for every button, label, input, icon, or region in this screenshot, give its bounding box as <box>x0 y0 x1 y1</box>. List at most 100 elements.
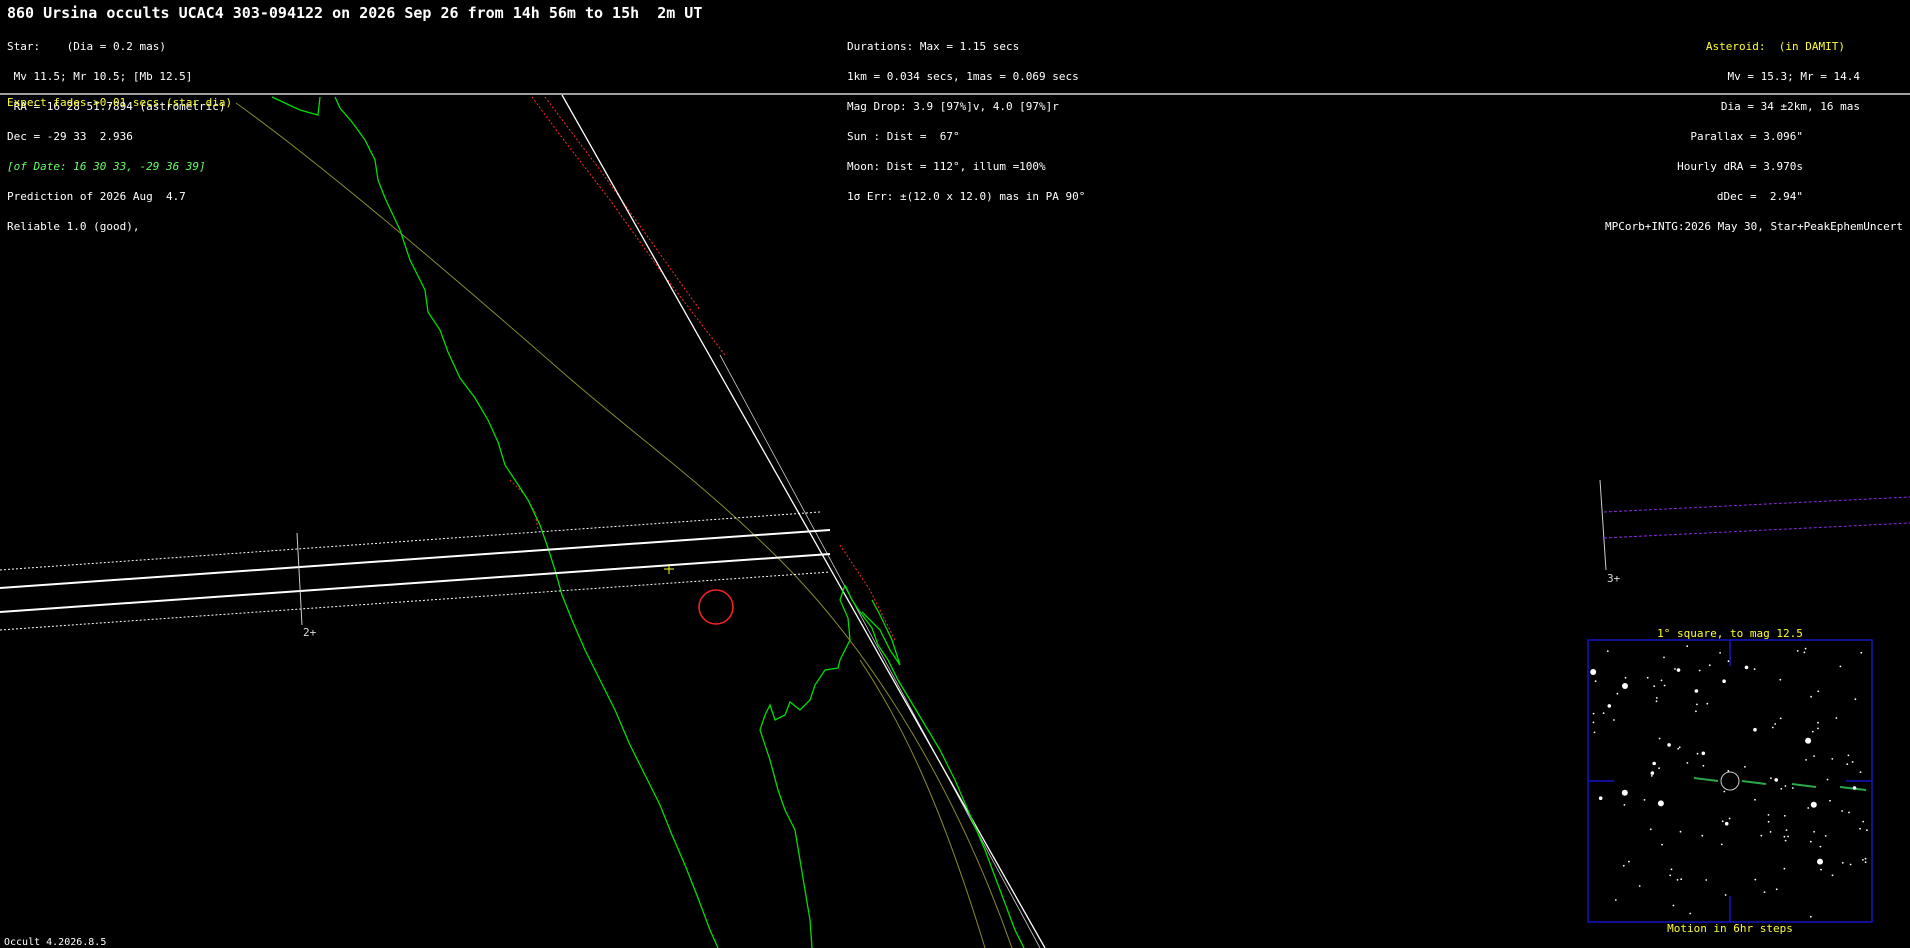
field-star <box>1606 650 1609 652</box>
path-extension-south <box>1603 522 1910 539</box>
field-star <box>1807 807 1810 809</box>
field-star <box>1846 763 1849 766</box>
field-star <box>1783 814 1786 817</box>
field-star <box>1723 790 1726 793</box>
field-star <box>1669 874 1672 877</box>
field-star <box>1826 778 1829 781</box>
field-star <box>1783 867 1786 870</box>
coastline <box>271 96 719 948</box>
field-star <box>1787 835 1789 838</box>
field-star <box>1672 904 1675 907</box>
field-star <box>1728 817 1731 820</box>
time-tick-3 <box>1599 479 1607 571</box>
field-star <box>1594 680 1597 683</box>
field-star <box>1864 861 1867 864</box>
orbit-source: MPCorb+INTG:2026 May 30, Star+PeakEphemU… <box>1604 220 1903 233</box>
field-star <box>1817 721 1819 724</box>
field-star <box>1653 685 1656 688</box>
path-south-limit <box>0 553 831 613</box>
field-star <box>1592 721 1595 724</box>
field-star <box>1811 730 1814 733</box>
field-star <box>1722 679 1726 683</box>
field-star <box>1813 830 1815 833</box>
field-star <box>1590 669 1597 675</box>
field-star <box>1779 717 1782 720</box>
field-star <box>1696 752 1699 755</box>
field-star <box>1839 665 1842 668</box>
path-north-limit <box>0 529 831 589</box>
event-info-block: Durations: Max = 1.15 secs 1km = 0.034 s… <box>847 22 1085 212</box>
field-star <box>1658 737 1661 740</box>
field-star <box>1771 726 1774 729</box>
field-star <box>1831 758 1834 760</box>
field-star <box>1649 828 1652 831</box>
field-star <box>1721 820 1724 823</box>
field-star <box>1702 764 1705 767</box>
field-star <box>1698 669 1701 672</box>
field-star <box>1701 834 1704 837</box>
field-star <box>1676 668 1681 672</box>
field-star <box>1724 821 1729 826</box>
field-star <box>1727 660 1730 663</box>
moon-distance: Moon: Dist = 112°, illum =100% <box>847 160 1046 173</box>
field-star <box>1638 885 1641 887</box>
field-star <box>1859 827 1861 830</box>
substellar-point-circle <box>698 589 734 625</box>
durations: Durations: Max = 1.15 secs <box>847 40 1020 53</box>
time-scale: 1km = 0.034 secs, 1mas = 0.069 secs <box>847 70 1079 83</box>
field-star <box>1694 689 1699 693</box>
finder-chart <box>1587 639 1873 923</box>
field-star <box>1817 727 1819 730</box>
target-star-circle <box>1720 771 1740 791</box>
field-star <box>1774 723 1777 725</box>
field-star <box>1809 915 1812 918</box>
field-star <box>1593 731 1596 734</box>
path-extension-north <box>1603 496 1910 513</box>
field-star <box>1678 746 1681 749</box>
field-star <box>1753 727 1757 732</box>
field-star <box>1860 651 1863 654</box>
field-star <box>1643 799 1646 801</box>
field-star <box>1780 788 1783 790</box>
field-star <box>1676 879 1679 881</box>
field-star <box>1760 834 1763 837</box>
field-star <box>1598 796 1603 800</box>
software-version: Occult 4.2026.8.5 <box>4 937 107 948</box>
sun-distance: Sun : Dist = 67° <box>847 130 960 143</box>
field-star <box>1864 857 1867 860</box>
sunrise-line <box>531 96 726 356</box>
path-error-north <box>0 511 821 571</box>
field-star <box>1848 811 1850 814</box>
field-star <box>1744 766 1746 768</box>
time-tick-2 <box>296 532 303 626</box>
prediction-date: Prediction of 2026 Aug 4.7 <box>7 190 186 203</box>
asteroid-diameter: Dia = 34 ±2km, 16 mas <box>1720 100 1860 113</box>
field-star <box>1770 777 1772 779</box>
field-star <box>1783 835 1786 838</box>
field-star <box>1622 683 1628 689</box>
field-star <box>1696 703 1698 706</box>
field-star <box>1614 899 1617 901</box>
field-star <box>1655 700 1658 703</box>
field-star <box>1803 651 1806 654</box>
field-star <box>1622 864 1625 867</box>
field-star <box>1847 754 1850 757</box>
field-star <box>1841 810 1843 812</box>
twilight-curve-2 <box>859 659 986 948</box>
field-star <box>1628 860 1630 863</box>
sunrise-line-2 <box>544 96 701 311</box>
field-star <box>1791 787 1794 789</box>
field-star <box>1852 786 1857 790</box>
field-star <box>1754 878 1757 881</box>
field-star <box>1784 785 1787 787</box>
field-star <box>1820 868 1822 871</box>
field-star <box>1679 830 1682 833</box>
field-star <box>1624 676 1627 679</box>
field-star <box>1708 664 1711 667</box>
field-star <box>1727 770 1730 772</box>
field-star <box>1621 789 1628 796</box>
field-star <box>1701 751 1706 756</box>
field-star <box>1767 814 1770 816</box>
field-star <box>1744 665 1749 670</box>
terminator-line-inner <box>719 354 1041 948</box>
